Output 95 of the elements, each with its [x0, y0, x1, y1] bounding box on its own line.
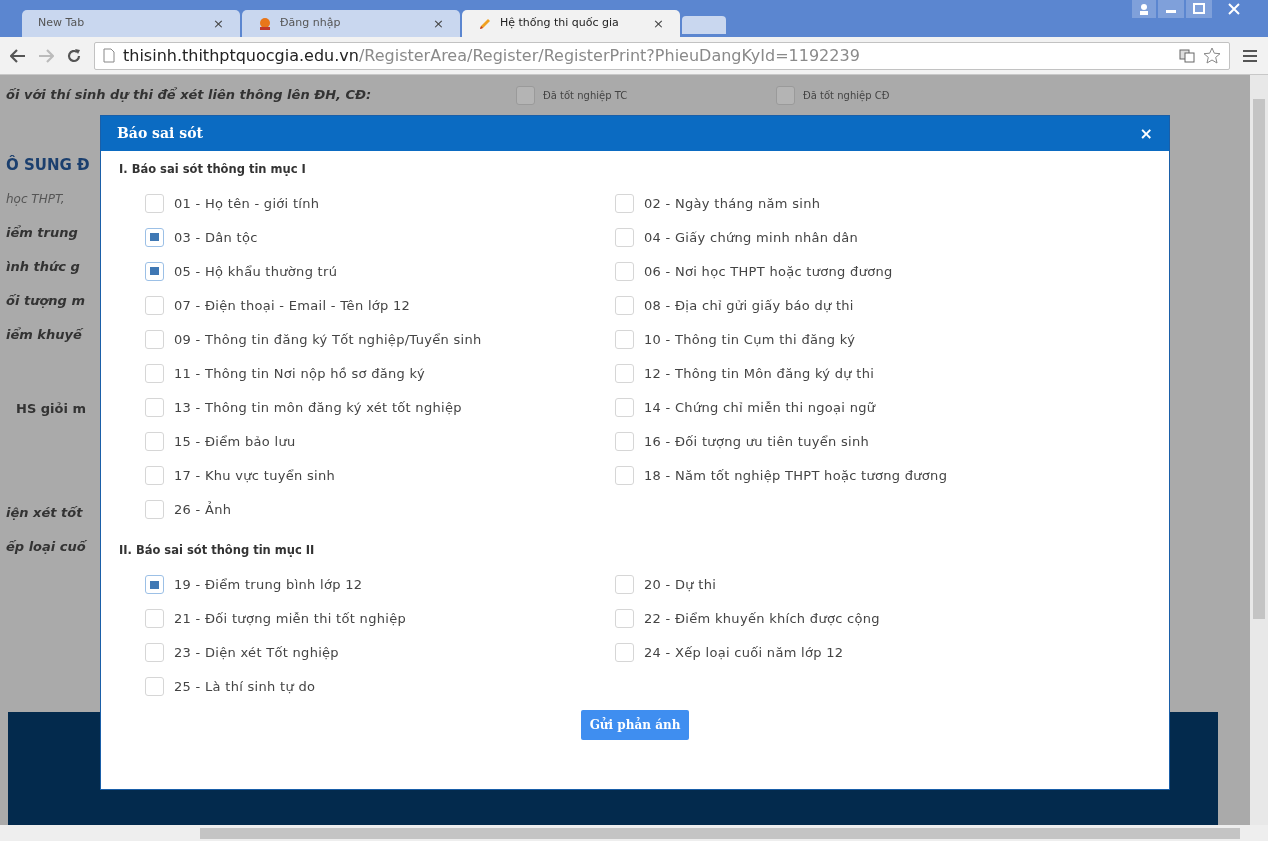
page-icon [103, 48, 115, 63]
page-text: ối tượng m [6, 292, 86, 310]
maximize-icon[interactable] [1186, 0, 1212, 18]
site-icon [258, 16, 272, 31]
checkbox-label: 24 - Xếp loại cuối năm lớp 12 [644, 643, 844, 662]
url-text: thisinh.thithptquocgia.edu.vn/RegisterArea/Register/RegisterPrint?PhieuDangKyId=1192239 [123, 44, 860, 67]
checkbox[interactable] [145, 431, 164, 451]
checkbox[interactable] [145, 575, 164, 594]
checkbox-label: 06 - Nơi học THPT hoặc tương đương [644, 262, 893, 281]
checkbox-label: 23 - Diện xét Tốt nghiệp [174, 643, 339, 662]
tab-title: New Tab [38, 15, 86, 32]
checkbox-label: 14 - Chứng chỉ miễn thi ngoại ngữ [644, 398, 876, 417]
checkbox[interactable] [516, 85, 535, 105]
tab-close[interactable]: × [653, 13, 664, 34]
checkbox-label: 08 - Địa chỉ gửi giấy báo dự thi [644, 296, 854, 315]
checkbox[interactable] [145, 397, 164, 417]
section-heading: I. Báo sai sót thông tin mục I [119, 161, 307, 178]
back-icon[interactable] [10, 48, 26, 63]
checkbox-label: 05 - Hộ khẩu thường trú [174, 262, 338, 281]
page-text: học THPT, [6, 191, 66, 208]
browser-tab[interactable]: Hệ thống thi quốc gia × [462, 10, 680, 37]
pencil-icon [478, 16, 492, 31]
checkbox-label: 04 - Giấy chứng minh nhân dân [644, 228, 859, 247]
checkbox-label: 01 - Họ tên - giới tính [174, 194, 320, 213]
browser-tab[interactable]: Đăng nhập × [242, 10, 460, 37]
page-text: ếp loại cuố [6, 538, 88, 556]
user-icon[interactable] [1132, 0, 1156, 18]
page-text: HS giỏi m [15, 400, 87, 418]
checkbox-label: 21 - Đối tượng miễn thi tốt nghiệp [174, 609, 406, 628]
checkbox-label: 10 - Thông tin Cụm thi đăng ký [644, 330, 856, 349]
checkbox-label: 15 - Điểm bảo lưu [174, 432, 296, 451]
checkbox-label: 19 - Điểm trung bình lớp 12 [174, 575, 363, 594]
checkbox-label: 20 - Dự thi [644, 575, 717, 594]
close-button[interactable]: × [1139, 121, 1153, 146]
address-bar[interactable]: thisinh.thithptquocgia.edu.vn/RegisterArea/Register/RegisterPrint?PhieuDangKyId=1192239 [94, 41, 1230, 70]
vertical-scrollbar[interactable] [1250, 75, 1268, 825]
tab-close[interactable]: × [433, 13, 444, 34]
tab-close[interactable]: × [213, 13, 224, 34]
tab-title: Đăng nhập [280, 15, 342, 32]
checkbox-label: 18 - Năm tốt nghiệp THPT hoặc tương đương [644, 466, 948, 485]
star-icon[interactable] [1203, 47, 1221, 64]
browser-tab[interactable]: New Tab × [22, 10, 240, 37]
checkbox[interactable] [145, 295, 164, 315]
minimize-icon[interactable] [1158, 0, 1184, 18]
checkbox[interactable] [145, 329, 164, 349]
checkbox-label: 11 - Thông tin Nơi nộp hồ sơ đăng ký [174, 364, 425, 383]
checkbox[interactable] [615, 575, 634, 594]
new-tab-button[interactable] [682, 16, 726, 34]
checkbox[interactable] [615, 363, 634, 383]
checkbox[interactable] [615, 193, 634, 213]
checkbox-label: 17 - Khu vực tuyển sinh [174, 466, 335, 485]
checkbox[interactable] [615, 329, 634, 349]
section-text: ối với thí sinh dự thi để xét liên thông lên ĐH, CĐ: [6, 86, 373, 105]
checkbox[interactable] [145, 609, 164, 628]
horizontal-scrollbar[interactable] [0, 825, 1268, 841]
checkbox-label: 07 - Điện thoại - Email - Tên lớp 12 [174, 296, 411, 315]
checkbox[interactable] [145, 193, 164, 213]
checkbox-label: 09 - Thông tin đăng ký Tốt nghiệp/Tuyển sinh [174, 330, 482, 349]
checkbox[interactable] [615, 609, 634, 628]
checkbox[interactable] [615, 643, 634, 662]
section-heading: II. Báo sai sót thông tin mục II [119, 542, 316, 560]
checkbox[interactable] [145, 227, 164, 247]
checkbox[interactable] [615, 261, 634, 281]
checkbox[interactable] [615, 465, 634, 485]
checkbox-label: 26 - Ảnh [174, 500, 232, 519]
page-text: Ô SUNG Đ [6, 154, 91, 176]
option-label: Đã tốt nghiệp TC [543, 88, 628, 103]
checkbox[interactable] [776, 85, 795, 105]
checkbox[interactable] [615, 295, 634, 315]
dialog-title: Báo sai sót [117, 124, 203, 143]
checkbox[interactable] [145, 363, 164, 383]
checkbox-label: 02 - Ngày tháng năm sinh [644, 194, 821, 213]
reload-icon[interactable] [66, 47, 82, 64]
checkbox-label: 22 - Điểm khuyến khích được cộng [644, 609, 880, 628]
checkbox[interactable] [615, 227, 634, 247]
option-label: Đã tốt nghiệp CĐ [803, 88, 890, 103]
checkbox-label: 13 - Thông tin môn đăng ký xét tốt nghiệp [174, 398, 462, 417]
page-text: iểm khuyế [6, 326, 84, 344]
forward-icon[interactable] [38, 48, 54, 63]
page-text: iểm trung [6, 224, 79, 242]
checkbox[interactable] [145, 499, 164, 519]
menu-icon[interactable] [1242, 48, 1258, 63]
checkbox-label: 03 - Dân tộc [174, 228, 258, 247]
checkbox-label: 12 - Thông tin Môn đăng ký dự thi [644, 364, 875, 383]
checkbox[interactable] [145, 261, 164, 281]
checkbox[interactable] [615, 431, 634, 451]
checkbox[interactable] [145, 643, 164, 662]
checkbox[interactable] [145, 465, 164, 485]
checkbox[interactable] [615, 397, 634, 417]
checkbox[interactable] [145, 677, 164, 696]
checkbox-label: 16 - Đối tượng ưu tiên tuyển sinh [644, 432, 870, 451]
tab-title: Hệ thống thi quốc gia [500, 15, 620, 32]
page-text: ình thức g [6, 258, 81, 276]
checkbox-label: 25 - Là thí sinh tự do [174, 677, 316, 696]
page-text: iện xét tốt [6, 504, 84, 522]
